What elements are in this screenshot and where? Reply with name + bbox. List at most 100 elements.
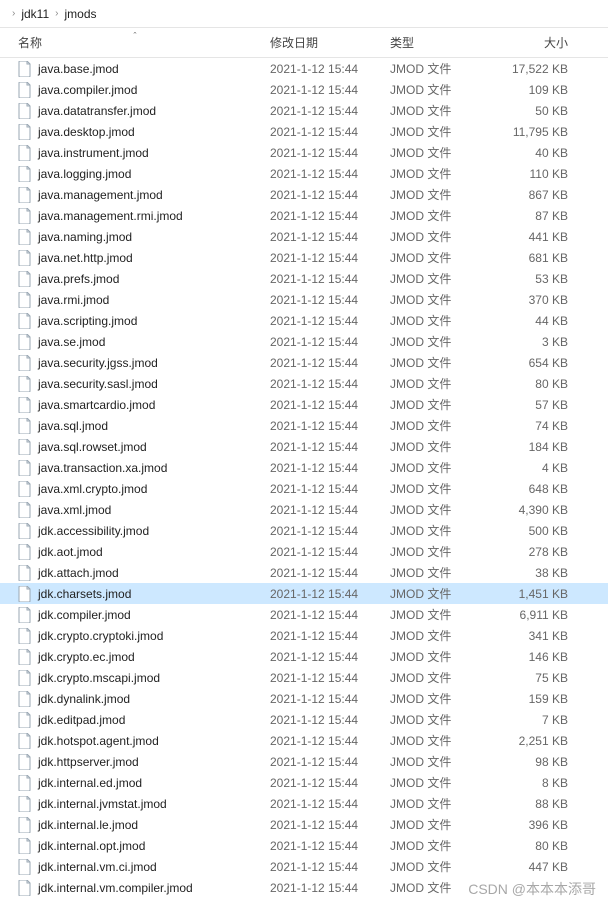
- file-size: 867 KB: [490, 188, 590, 202]
- header-date[interactable]: 修改日期: [270, 34, 390, 51]
- file-icon: [18, 166, 32, 182]
- file-type: JMOD 文件: [390, 144, 490, 161]
- file-row[interactable]: jdk.aot.jmod2021-1-12 15:44JMOD 文件278 KB: [0, 541, 608, 562]
- file-date: 2021-1-12 15:44: [270, 755, 390, 769]
- file-name: java.net.http.jmod: [38, 251, 133, 265]
- file-row[interactable]: jdk.crypto.mscapi.jmod2021-1-12 15:44JMO…: [0, 667, 608, 688]
- file-row[interactable]: jdk.internal.ed.jmod2021-1-12 15:44JMOD …: [0, 772, 608, 793]
- file-icon: [18, 355, 32, 371]
- file-row[interactable]: jdk.httpserver.jmod2021-1-12 15:44JMOD 文…: [0, 751, 608, 772]
- file-type: JMOD 文件: [390, 627, 490, 644]
- header-size[interactable]: 大小: [490, 34, 590, 51]
- file-size: 110 KB: [490, 167, 590, 181]
- file-row[interactable]: java.logging.jmod2021-1-12 15:44JMOD 文件1…: [0, 163, 608, 184]
- file-row[interactable]: jdk.attach.jmod2021-1-12 15:44JMOD 文件38 …: [0, 562, 608, 583]
- file-row[interactable]: java.desktop.jmod2021-1-12 15:44JMOD 文件1…: [0, 121, 608, 142]
- file-type: JMOD 文件: [390, 816, 490, 833]
- file-icon: [18, 502, 32, 518]
- file-row[interactable]: jdk.crypto.ec.jmod2021-1-12 15:44JMOD 文件…: [0, 646, 608, 667]
- file-type: JMOD 文件: [390, 291, 490, 308]
- file-size: 53 KB: [490, 272, 590, 286]
- file-date: 2021-1-12 15:44: [270, 83, 390, 97]
- file-row[interactable]: java.sql.rowset.jmod2021-1-12 15:44JMOD …: [0, 436, 608, 457]
- file-row[interactable]: jdk.dynalink.jmod2021-1-12 15:44JMOD 文件1…: [0, 688, 608, 709]
- file-row[interactable]: jdk.editpad.jmod2021-1-12 15:44JMOD 文件7 …: [0, 709, 608, 730]
- file-icon: [18, 229, 32, 245]
- file-row[interactable]: jdk.internal.le.jmod2021-1-12 15:44JMOD …: [0, 814, 608, 835]
- file-row[interactable]: jdk.internal.jvmstat.jmod2021-1-12 15:44…: [0, 793, 608, 814]
- file-date: 2021-1-12 15:44: [270, 62, 390, 76]
- file-list[interactable]: java.base.jmod2021-1-12 15:44JMOD 文件17,5…: [0, 58, 608, 898]
- file-row[interactable]: java.naming.jmod2021-1-12 15:44JMOD 文件44…: [0, 226, 608, 247]
- file-size: 159 KB: [490, 692, 590, 706]
- file-row[interactable]: java.management.jmod2021-1-12 15:44JMOD …: [0, 184, 608, 205]
- file-row[interactable]: jdk.hotspot.agent.jmod2021-1-12 15:44JMO…: [0, 730, 608, 751]
- file-type: JMOD 文件: [390, 522, 490, 539]
- file-date: 2021-1-12 15:44: [270, 188, 390, 202]
- file-row[interactable]: jdk.compiler.jmod2021-1-12 15:44JMOD 文件6…: [0, 604, 608, 625]
- file-date: 2021-1-12 15:44: [270, 839, 390, 853]
- file-row[interactable]: java.rmi.jmod2021-1-12 15:44JMOD 文件370 K…: [0, 289, 608, 310]
- file-row[interactable]: jdk.internal.vm.ci.jmod2021-1-12 15:44JM…: [0, 856, 608, 877]
- file-date: 2021-1-12 15:44: [270, 503, 390, 517]
- file-type: JMOD 文件: [390, 207, 490, 224]
- file-row[interactable]: java.security.sasl.jmod2021-1-12 15:44JM…: [0, 373, 608, 394]
- file-name: jdk.internal.vm.compiler.jmod: [38, 881, 193, 895]
- file-size: 4,390 KB: [490, 503, 590, 517]
- file-row[interactable]: jdk.internal.vm.compiler.jmod2021-1-12 1…: [0, 877, 608, 898]
- file-type: JMOD 文件: [390, 81, 490, 98]
- file-row[interactable]: java.datatransfer.jmod2021-1-12 15:44JMO…: [0, 100, 608, 121]
- file-row[interactable]: jdk.accessibility.jmod2021-1-12 15:44JMO…: [0, 520, 608, 541]
- file-icon: [18, 313, 32, 329]
- file-row[interactable]: java.xml.crypto.jmod2021-1-12 15:44JMOD …: [0, 478, 608, 499]
- file-icon: [18, 187, 32, 203]
- header-type[interactable]: 类型: [390, 34, 490, 51]
- file-date: 2021-1-12 15:44: [270, 230, 390, 244]
- file-date: 2021-1-12 15:44: [270, 692, 390, 706]
- breadcrumb[interactable]: › jdk11 › jmods: [0, 0, 608, 28]
- file-row[interactable]: java.compiler.jmod 2021-1-12 15:44JMOD 文件…: [0, 79, 608, 100]
- file-row[interactable]: jdk.crypto.cryptoki.jmod2021-1-12 15:44J…: [0, 625, 608, 646]
- file-name: java.se.jmod: [38, 335, 105, 349]
- file-size: 447 KB: [490, 860, 590, 874]
- file-icon: [18, 733, 32, 749]
- file-icon: [18, 754, 32, 770]
- header-name[interactable]: 名称 ˆ: [0, 34, 270, 51]
- file-icon: [18, 208, 32, 224]
- breadcrumb-current[interactable]: jmods: [64, 7, 96, 21]
- file-date: 2021-1-12 15:44: [270, 251, 390, 265]
- file-type: JMOD 文件: [390, 501, 490, 518]
- file-date: 2021-1-12 15:44: [270, 272, 390, 286]
- file-row[interactable]: java.se.jmod2021-1-12 15:44JMOD 文件3 KB: [0, 331, 608, 352]
- file-size: 88 KB: [490, 797, 590, 811]
- file-icon: [18, 250, 32, 266]
- file-icon: [18, 628, 32, 644]
- file-size: 4 KB: [490, 461, 590, 475]
- file-type: JMOD 文件: [390, 669, 490, 686]
- file-row[interactable]: java.transaction.xa.jmod2021-1-12 15:44J…: [0, 457, 608, 478]
- file-row[interactable]: java.security.jgss.jmod2021-1-12 15:44JM…: [0, 352, 608, 373]
- file-name: java.management.jmod: [38, 188, 163, 202]
- file-icon: [18, 271, 32, 287]
- file-row[interactable]: java.base.jmod2021-1-12 15:44JMOD 文件17,5…: [0, 58, 608, 79]
- file-row[interactable]: java.net.http.jmod2021-1-12 15:44JMOD 文件…: [0, 247, 608, 268]
- file-row[interactable]: java.smartcardio.jmod2021-1-12 15:44JMOD…: [0, 394, 608, 415]
- file-row[interactable]: jdk.charsets.jmod2021-1-12 15:44JMOD 文件1…: [0, 583, 608, 604]
- file-row[interactable]: java.xml.jmod2021-1-12 15:44JMOD 文件4,390…: [0, 499, 608, 520]
- file-row[interactable]: java.instrument.jmod2021-1-12 15:44JMOD …: [0, 142, 608, 163]
- file-row[interactable]: java.sql.jmod2021-1-12 15:44JMOD 文件74 KB: [0, 415, 608, 436]
- file-name: jdk.internal.vm.ci.jmod: [38, 860, 157, 874]
- file-size: 2,251 KB: [490, 734, 590, 748]
- file-row[interactable]: java.management.rmi.jmod2021-1-12 15:44J…: [0, 205, 608, 226]
- file-name: jdk.internal.opt.jmod: [38, 839, 145, 853]
- breadcrumb-parent[interactable]: jdk11: [21, 7, 49, 21]
- file-name: jdk.charsets.jmod: [38, 587, 131, 601]
- file-row[interactable]: java.scripting.jmod2021-1-12 15:44JMOD 文…: [0, 310, 608, 331]
- file-icon: [18, 775, 32, 791]
- file-name: java.compiler.jmod: [38, 83, 137, 97]
- file-row[interactable]: java.prefs.jmod2021-1-12 15:44JMOD 文件53 …: [0, 268, 608, 289]
- file-date: 2021-1-12 15:44: [270, 797, 390, 811]
- file-row[interactable]: jdk.internal.opt.jmod2021-1-12 15:44JMOD…: [0, 835, 608, 856]
- file-size: 44 KB: [490, 314, 590, 328]
- file-type: JMOD 文件: [390, 375, 490, 392]
